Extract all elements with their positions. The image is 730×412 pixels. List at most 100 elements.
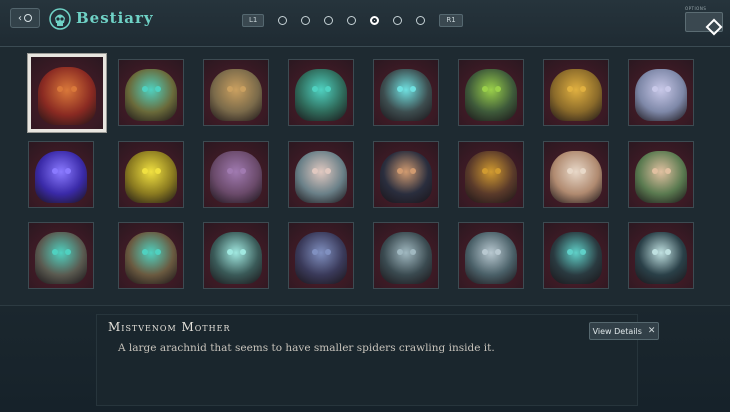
creature-image	[210, 232, 262, 285]
page-dot-5[interactable]	[370, 15, 380, 25]
page-dot-7[interactable]	[416, 15, 426, 25]
creature-eye	[482, 249, 489, 255]
options-button[interactable]: OPTIONS	[685, 6, 723, 36]
page-dot-3[interactable]	[324, 15, 334, 25]
creature-portrait[interactable]	[458, 222, 524, 289]
creature-portrait[interactable]	[628, 222, 694, 289]
creature-portrait[interactable]	[288, 141, 354, 208]
creature-eye	[409, 249, 416, 255]
circle-button-icon	[24, 14, 32, 22]
creature-portrait[interactable]	[288, 222, 354, 289]
creature-image	[380, 151, 432, 204]
creature-image	[380, 69, 432, 122]
creature-eye	[482, 168, 489, 174]
creature-eye	[154, 86, 161, 92]
creature-eye	[579, 86, 586, 92]
creature-eye	[154, 249, 161, 255]
creature-image	[125, 151, 177, 204]
creature-eye	[567, 249, 574, 255]
creature-portrait[interactable]	[458, 59, 524, 126]
creature-portrait[interactable]	[27, 53, 107, 133]
creature-image	[550, 232, 602, 285]
bestiary-grid	[0, 47, 730, 305]
creature-eye	[154, 168, 161, 174]
page-dot-1[interactable]	[278, 15, 288, 25]
creature-eye	[56, 85, 63, 92]
page-dot-2[interactable]	[301, 15, 311, 25]
page-title: Bestiary	[76, 9, 154, 27]
creature-eye	[227, 86, 234, 92]
creature-eye	[239, 168, 246, 174]
creature-portrait[interactable]	[373, 141, 439, 208]
creature-eye	[409, 86, 416, 92]
creature-image	[550, 151, 602, 204]
creature-portrait[interactable]	[203, 59, 269, 126]
creature-image	[380, 232, 432, 285]
creature-image	[465, 69, 517, 122]
creature-eye	[567, 86, 574, 92]
view-details-button[interactable]: View Details ✕	[589, 322, 659, 340]
creature-eye	[324, 168, 331, 174]
creature-eye	[397, 249, 404, 255]
creature-portrait[interactable]	[203, 222, 269, 289]
creature-eye	[239, 249, 246, 255]
creature-portrait[interactable]	[543, 222, 609, 289]
back-button[interactable]: ‹	[10, 8, 40, 28]
skull-icon	[49, 8, 71, 30]
creature-portrait[interactable]	[288, 59, 354, 126]
creature-portrait[interactable]	[28, 141, 94, 208]
creature-image	[465, 151, 517, 204]
creature-portrait[interactable]	[373, 222, 439, 289]
creature-image	[35, 151, 87, 204]
creature-image	[635, 69, 687, 122]
creature-eye	[324, 249, 331, 255]
monster-description: A large arachnid that seems to have smal…	[118, 342, 495, 354]
page-dot-6[interactable]	[393, 15, 403, 25]
top-bar: ‹ Bestiary L1 R1 OPTIONS	[0, 0, 730, 47]
right-shoulder-button[interactable]: R1	[439, 13, 463, 27]
creature-eye	[64, 168, 71, 174]
creature-image	[35, 232, 87, 285]
creature-portrait[interactable]	[118, 59, 184, 126]
creature-eye	[312, 168, 319, 174]
page-dot-4[interactable]	[347, 15, 357, 25]
creature-portrait[interactable]	[458, 141, 524, 208]
creature-eye	[409, 168, 416, 174]
page-indicator: L1 R1	[242, 13, 463, 27]
creature-eye	[397, 168, 404, 174]
creature-portrait[interactable]	[628, 141, 694, 208]
creature-eye	[52, 168, 59, 174]
left-shoulder-button[interactable]: L1	[242, 13, 265, 27]
creature-image	[295, 151, 347, 204]
creature-image	[125, 232, 177, 285]
creature-image	[635, 232, 687, 285]
creature-eye	[324, 86, 331, 92]
creature-eye	[494, 86, 501, 92]
creature-eye	[227, 249, 234, 255]
creature-portrait[interactable]	[543, 59, 609, 126]
creature-eye	[579, 249, 586, 255]
creature-portrait[interactable]	[118, 141, 184, 208]
creature-portrait[interactable]	[118, 222, 184, 289]
creature-eye	[652, 249, 659, 255]
creature-eye	[579, 168, 586, 174]
creature-image	[210, 69, 262, 122]
creature-image	[295, 69, 347, 122]
creature-portrait[interactable]	[543, 141, 609, 208]
creature-eye	[239, 86, 246, 92]
options-label: OPTIONS	[685, 6, 707, 11]
creature-eye	[142, 249, 149, 255]
creature-portrait[interactable]	[28, 222, 94, 289]
creature-portrait[interactable]	[373, 59, 439, 126]
creature-eye	[664, 86, 671, 92]
monster-name: Mistvenom Mother	[108, 320, 231, 334]
creature-portrait[interactable]	[628, 59, 694, 126]
creature-image	[210, 151, 262, 204]
creature-eye	[52, 249, 59, 255]
creature-image	[550, 69, 602, 122]
creature-eye	[64, 249, 71, 255]
back-arrow-icon: ‹	[18, 12, 22, 24]
creature-eye	[652, 168, 659, 174]
creature-portrait[interactable]	[203, 141, 269, 208]
creature-eye	[227, 168, 234, 174]
